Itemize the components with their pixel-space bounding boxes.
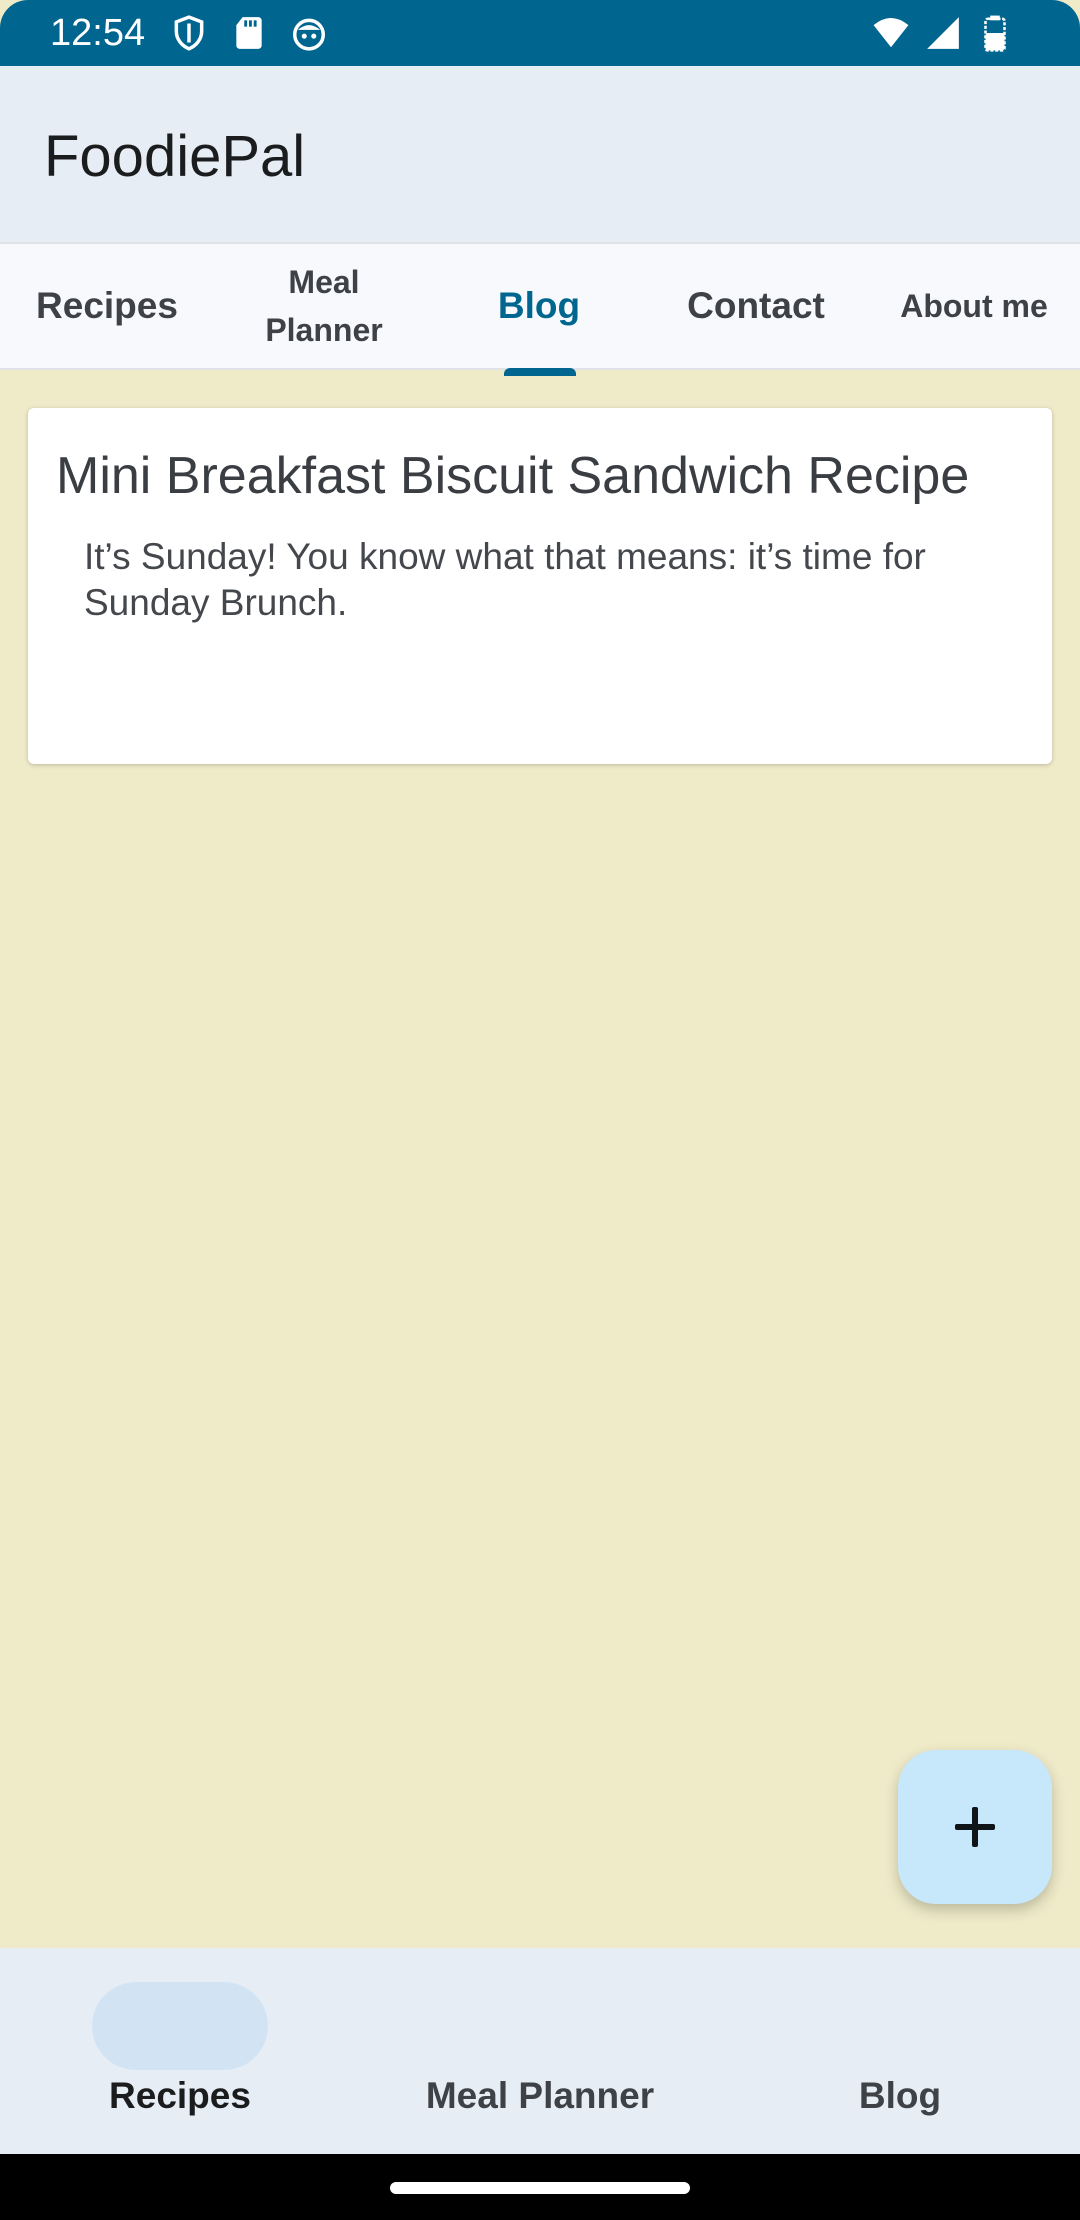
plus-icon: [955, 1807, 995, 1847]
sd-card-icon: [236, 17, 262, 49]
android-debug-icon: [293, 18, 325, 51]
tab-about-me[interactable]: About me: [868, 244, 1080, 368]
system-gesture-bar: [0, 2154, 1080, 2220]
bottom-nav-label: Recipes: [109, 2075, 251, 2116]
tab-label: Recipes: [36, 285, 178, 326]
cell-signal-icon: [927, 17, 959, 49]
tab-bar: Recipes Meal Planner Blog Contact About …: [0, 242, 1080, 376]
status-bar: 12:54: [0, 0, 1080, 66]
tab-recipes[interactable]: Recipes: [0, 244, 214, 368]
bottom-nav-recipes[interactable]: Recipes: [0, 1948, 360, 2154]
battery-icon: [984, 15, 1006, 52]
tab-blog[interactable]: Blog: [434, 244, 644, 368]
blog-post-card[interactable]: Mini Breakfast Biscuit Sandwich Recipe I…: [28, 408, 1052, 764]
blog-post-title: Mini Breakfast Biscuit Sandwich Recipe: [56, 447, 970, 505]
tab-label: Meal Planner: [265, 258, 382, 354]
bottom-nav-blog[interactable]: Blog: [720, 1948, 1080, 2154]
top-app-bar: FoodiePal: [0, 66, 1080, 242]
status-time: 12:54: [50, 12, 146, 54]
tab-label-line2: Planner: [265, 312, 383, 348]
active-indicator-pill: [92, 1982, 268, 2070]
tab-label: About me: [900, 287, 1048, 324]
wifi-icon: [873, 17, 909, 48]
selected-tab-indicator: [504, 368, 576, 376]
gesture-handle[interactable]: [390, 2182, 690, 2194]
bottom-navigation: Recipes Meal Planner Blog: [0, 1948, 1080, 2154]
tab-contact[interactable]: Contact: [644, 244, 868, 368]
blog-post-excerpt: It’s Sunday! You know what that means: i…: [84, 536, 926, 623]
bottom-nav-meal-planner[interactable]: Meal Planner: [360, 1948, 720, 2154]
tab-meal-planner[interactable]: Meal Planner: [214, 244, 434, 368]
shield-icon: [174, 15, 204, 51]
app-title: FoodiePal: [44, 124, 306, 189]
status-right-icons: [870, 14, 1016, 52]
bottom-nav-label: Blog: [858, 2075, 942, 2116]
tab-label-line1: Meal: [288, 264, 360, 300]
tab-label: Contact: [687, 285, 825, 326]
tab-label: Blog: [497, 285, 581, 326]
status-left-icons: [170, 14, 328, 52]
bottom-nav-label: Meal Planner: [425, 2075, 655, 2116]
add-fab-button[interactable]: [898, 1750, 1052, 1904]
